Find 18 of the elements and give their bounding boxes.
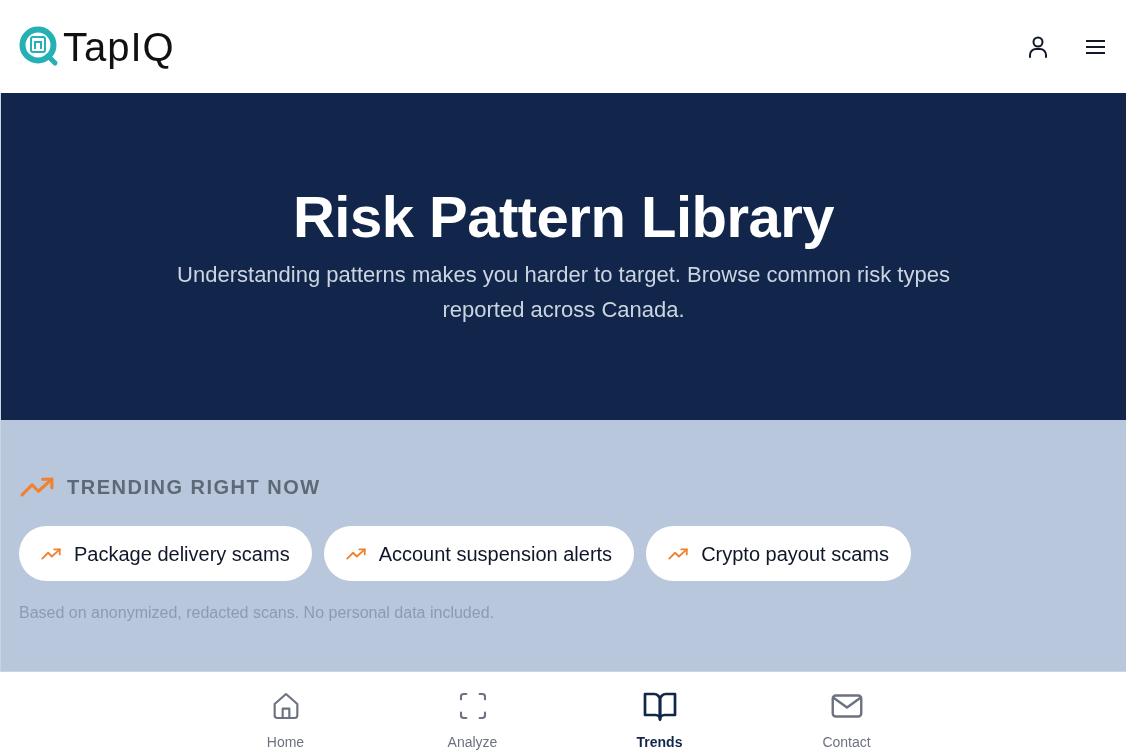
page-subtitle: Understanding patterns makes you harder to target. Browse common risk types reported across Canada. (176, 261, 951, 324)
trend-up-icon (41, 547, 61, 560)
trend-pill[interactable]: Crypto payout scams (646, 526, 911, 581)
nav-tab[interactable]: Analyze (379, 672, 566, 755)
trend-pill[interactable]: Account suspension alerts (323, 526, 635, 581)
section-heading: TRENDING RIGHT NOW (67, 475, 321, 500)
user-icon[interactable] (1026, 34, 1050, 59)
page-title: Risk Pattern Library (292, 183, 835, 251)
nav-tab[interactable]: Trends (566, 672, 753, 755)
trend-up-icon (20, 477, 54, 497)
trend-pill[interactable]: Package delivery scams (19, 526, 312, 581)
nav-tab[interactable]: Contact (753, 672, 940, 755)
nav-tab[interactable]: Home (192, 672, 379, 755)
trend-up-icon (668, 547, 689, 560)
trend-up-icon (345, 547, 366, 560)
logo-icon (19, 25, 59, 68)
menu-icon[interactable] (1084, 37, 1106, 56)
logo-text: TapIQ (63, 26, 175, 67)
